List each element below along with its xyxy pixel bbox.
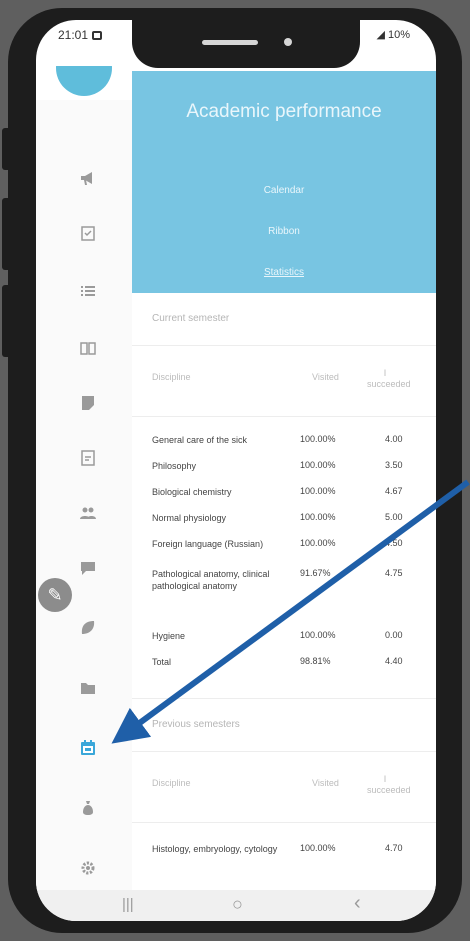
row-visited: 100.00% [300,630,336,640]
sidebar: ✎ [36,100,132,890]
pencil-icon: ✎ [47,584,63,605]
table-row-total: Total 98.81% 4.40 [132,656,436,672]
previous-semesters-title: Previous semesters [132,699,436,752]
row-visited: 100.00% [300,460,336,470]
status-time: 21:01 [58,28,103,42]
users-icon[interactable] [80,505,96,521]
table-row: Normal physiology 100.00% 5.00 [132,512,436,538]
row-discipline: Biological chemistry [152,487,232,497]
column-succeeded: I succeeded [367,368,411,389]
table-header: Discipline Visited I succeeded [132,346,436,417]
tab-ribbon[interactable]: Ribbon [132,226,436,237]
table-row: General care of the sick 100.00% 4.00 [132,434,436,460]
note-icon[interactable] [80,395,96,411]
current-semester-table: Discipline Visited I succeeded General c… [132,346,436,699]
row-discipline: Total [152,657,172,667]
row-grade: 3.50 [385,460,403,470]
row-discipline: Hygiene [152,631,186,641]
row-grade: 5.00 [385,512,403,522]
row-visited: 100.00% [300,538,336,548]
gear-icon[interactable] [80,860,96,876]
row-discipline: Normal physiology [152,513,227,523]
row-discipline: Philosophy [152,461,197,471]
notch [132,20,360,68]
speaker [202,40,258,45]
avatar[interactable] [56,66,112,96]
row-visited: 100.00% [300,512,336,522]
phone-screen: 21:01 ◢ 10% ✎ Academic performance Calen… [36,20,436,921]
moneybag-icon[interactable] [80,800,96,816]
row-discipline: Foreign language (Russian) [152,539,264,549]
recents-button[interactable]: ||| [122,896,134,913]
page-title: Academic performance [186,101,382,122]
mute-button [2,128,10,170]
volume-up-button [2,198,10,270]
previous-semesters-table: Discipline Visited I succeeded Histology… [132,752,436,883]
page-header: Academic performance Calendar Ribbon Sta… [132,71,436,293]
edit-button[interactable]: ✎ [38,578,72,612]
megaphone-icon[interactable] [80,170,96,186]
table-row: Pathological anatomy, clinical pathologi… [132,568,436,630]
column-discipline: Discipline [152,372,191,382]
row-discipline: Histology, embryology, cytology [152,844,278,854]
volume-down-button [2,285,10,357]
column-visited: Visited [312,372,339,382]
row-discipline: General care of the sick [152,435,248,445]
row-grade: 4.67 [385,486,403,496]
tab-calendar[interactable]: Calendar [132,185,436,196]
row-visited: 91.67% [300,568,331,578]
table-header: Discipline Visited I succeeded [132,752,436,823]
column-visited: Visited [312,778,339,788]
column-succeeded: I succeeded [367,774,411,795]
row-visited: 100.00% [300,843,336,853]
calendar-icon[interactable] [80,740,96,756]
current-semester-title: Current semester [132,293,436,346]
back-button[interactable]: ‹ [354,892,361,915]
book-icon[interactable] [80,340,96,356]
battery-indicator: ◢ 10% [376,29,410,41]
main-content: Academic performance Calendar Ribbon Sta… [132,71,436,890]
table-row: Philosophy 100.00% 3.50 [132,460,436,486]
table-row: Hygiene 100.00% 0.00 [132,630,436,656]
row-grade: 0.00 [385,630,403,640]
notification-icon [92,30,103,40]
tab-statistics[interactable]: Statistics [132,267,436,278]
row-visited: 98.81% [300,656,331,666]
column-discipline: Discipline [152,778,191,788]
list-icon[interactable] [80,283,96,299]
table-row: Histology, embryology, cytology 100.00% … [132,843,436,883]
row-grade: 4.70 [385,843,403,853]
leaf-icon[interactable] [80,620,96,636]
table-row: Foreign language (Russian) 100.00% 4.50 [132,538,436,568]
chat-icon[interactable] [80,560,96,576]
camera [284,38,292,46]
row-visited: 100.00% [300,486,336,496]
clock: 21:01 [58,28,89,42]
row-grade: 4.75 [385,568,403,578]
folder-icon[interactable] [80,680,96,696]
row-grade: 4.00 [385,434,403,444]
row-grade: 4.40 [385,656,403,666]
divider [132,698,436,699]
row-discipline: Pathological anatomy, clinical pathologi… [152,569,270,591]
task-icon[interactable] [80,450,96,466]
clipboard-check-icon[interactable] [80,225,96,241]
table-row: Biological chemistry 100.00% 4.67 [132,486,436,512]
home-button[interactable]: ○ [232,894,243,915]
android-nav-bar: ||| ○ ‹ [36,890,436,921]
row-visited: 100.00% [300,434,336,444]
row-grade: 4.50 [385,538,403,548]
